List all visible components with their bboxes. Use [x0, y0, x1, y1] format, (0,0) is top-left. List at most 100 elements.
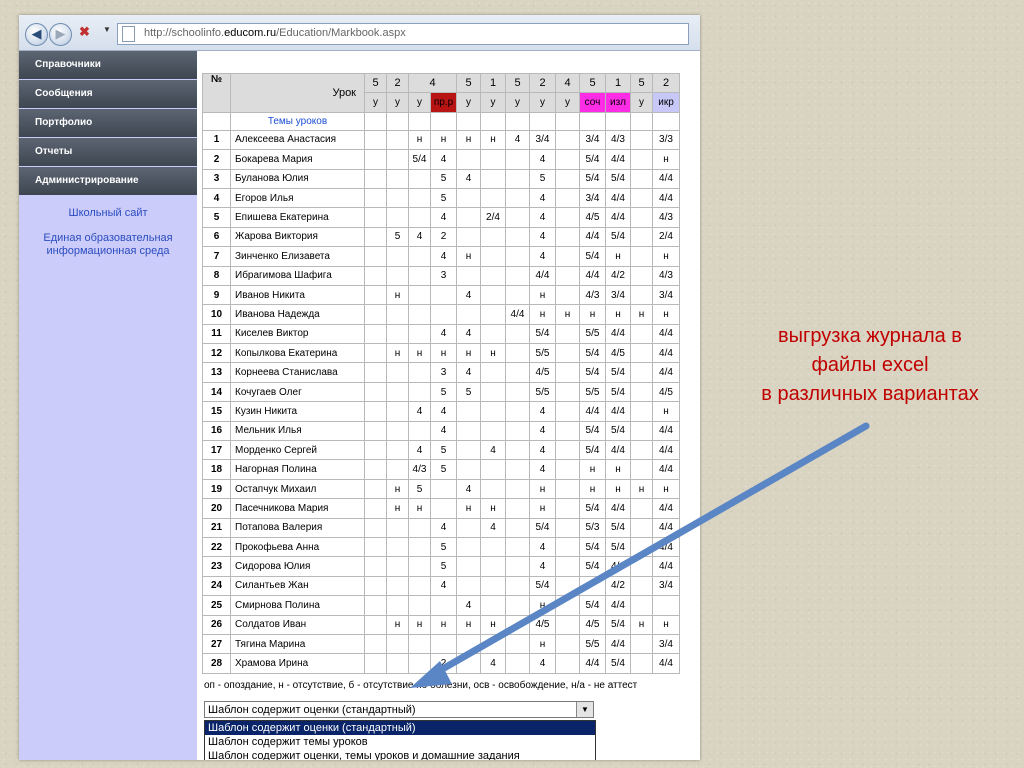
- grade-cell[interactable]: [505, 343, 530, 364]
- grade-cell[interactable]: [555, 614, 580, 635]
- grade-cell[interactable]: 3/4: [652, 633, 680, 655]
- template-option-1[interactable]: Шаблон содержит оценки (стандартный): [205, 721, 595, 735]
- grade-cell[interactable]: [408, 536, 431, 558]
- grade-cell[interactable]: 4/4: [605, 633, 631, 655]
- grade-cell[interactable]: [456, 149, 481, 170]
- grade-cell[interactable]: н: [579, 459, 606, 480]
- grade-cell[interactable]: 4: [505, 129, 530, 151]
- topic-cell[interactable]: [456, 111, 481, 131]
- grade-cell[interactable]: н: [579, 478, 606, 500]
- grade-cell[interactable]: 4/3: [408, 459, 431, 480]
- grade-cell[interactable]: [555, 362, 580, 383]
- grade-cell[interactable]: [505, 614, 530, 635]
- grade-cell[interactable]: 4/4: [652, 420, 680, 442]
- grade-cell[interactable]: 3: [430, 362, 457, 383]
- grade-cell[interactable]: 4/4: [579, 653, 606, 674]
- grade-cell[interactable]: [555, 420, 580, 442]
- grade-cell[interactable]: н: [456, 343, 481, 364]
- grade-cell[interactable]: [456, 304, 481, 325]
- grade-cell[interactable]: [505, 381, 530, 403]
- grade-cell[interactable]: [555, 556, 580, 577]
- lesson-type-cell[interactable]: у: [386, 92, 409, 113]
- grade-cell[interactable]: 5/4: [605, 362, 631, 383]
- grade-cell[interactable]: [480, 265, 506, 286]
- grade-cell[interactable]: [456, 517, 481, 538]
- grade-cell[interactable]: 4/4: [529, 265, 556, 286]
- grade-cell[interactable]: [480, 304, 506, 325]
- grade-cell[interactable]: 4/4: [652, 440, 680, 461]
- grade-cell[interactable]: 4/5: [605, 343, 631, 364]
- grade-cell[interactable]: [364, 323, 387, 345]
- grade-cell[interactable]: [630, 246, 653, 267]
- topic-cell[interactable]: [605, 111, 631, 131]
- grade-cell[interactable]: 4: [408, 401, 431, 422]
- grade-cell[interactable]: 4/4: [652, 323, 680, 345]
- grade-cell[interactable]: [364, 168, 387, 189]
- grade-cell[interactable]: [456, 575, 481, 597]
- grade-cell[interactable]: 4/3: [605, 129, 631, 151]
- grade-cell[interactable]: [364, 633, 387, 655]
- grade-cell[interactable]: 4/4: [605, 556, 631, 577]
- grade-cell[interactable]: 5: [430, 168, 457, 189]
- grade-cell[interactable]: 4/4: [605, 149, 631, 170]
- topic-cell[interactable]: [505, 111, 530, 131]
- grade-cell[interactable]: [505, 420, 530, 442]
- grade-cell[interactable]: 4: [456, 362, 481, 383]
- grade-cell[interactable]: [555, 149, 580, 170]
- grade-cell[interactable]: [555, 187, 580, 209]
- grade-cell[interactable]: [386, 381, 409, 403]
- grade-cell[interactable]: 4/2: [605, 575, 631, 597]
- grade-cell[interactable]: [408, 420, 431, 442]
- grade-cell[interactable]: [408, 265, 431, 286]
- grade-cell[interactable]: 4: [529, 440, 556, 461]
- grade-cell[interactable]: 4: [430, 149, 457, 170]
- grade-cell[interactable]: [364, 517, 387, 538]
- grade-cell[interactable]: н: [605, 459, 631, 480]
- grade-cell[interactable]: 4/4: [652, 459, 680, 480]
- grade-cell[interactable]: [630, 575, 653, 597]
- grade-cell[interactable]: 4/4: [605, 595, 631, 616]
- grade-cell[interactable]: [480, 478, 506, 500]
- grade-cell[interactable]: 4/3: [579, 284, 606, 306]
- grade-cell[interactable]: 3/3: [652, 129, 680, 151]
- grade-cell[interactable]: [579, 575, 606, 597]
- grade-cell[interactable]: [430, 284, 457, 306]
- grade-cell[interactable]: 4/4: [605, 440, 631, 461]
- grade-cell[interactable]: н: [480, 129, 506, 151]
- grade-cell[interactable]: 5: [456, 381, 481, 403]
- grade-cell[interactable]: 4/5: [652, 381, 680, 403]
- grade-cell[interactable]: 5/4: [579, 149, 606, 170]
- grade-cell[interactable]: [505, 284, 530, 306]
- grade-cell[interactable]: н: [456, 614, 481, 635]
- grade-cell[interactable]: [480, 536, 506, 558]
- grade-cell[interactable]: [364, 381, 387, 403]
- grade-cell[interactable]: [430, 595, 457, 616]
- grade-cell[interactable]: [386, 168, 409, 189]
- grade-cell[interactable]: 5/4: [605, 614, 631, 635]
- grade-cell[interactable]: [630, 265, 653, 286]
- grade-cell[interactable]: [630, 323, 653, 345]
- grade-cell[interactable]: 4: [430, 401, 457, 422]
- grade-cell[interactable]: 5: [529, 168, 556, 189]
- grade-cell[interactable]: [386, 536, 409, 558]
- grade-cell[interactable]: [505, 401, 530, 422]
- grade-cell[interactable]: 4/4: [605, 498, 631, 519]
- grade-cell[interactable]: 4/5: [579, 614, 606, 635]
- grade-cell[interactable]: [505, 440, 530, 461]
- grade-cell[interactable]: н: [630, 478, 653, 500]
- grade-cell[interactable]: 4/4: [652, 168, 680, 189]
- grade-cell[interactable]: [555, 633, 580, 655]
- grade-cell[interactable]: [505, 246, 530, 267]
- grade-cell[interactable]: [408, 517, 431, 538]
- grade-cell[interactable]: н: [605, 304, 631, 325]
- lesson-type-cell[interactable]: пр.р: [430, 92, 457, 113]
- topic-cell[interactable]: [408, 111, 431, 131]
- grade-cell[interactable]: 5/4: [579, 440, 606, 461]
- grade-cell[interactable]: 3/4: [579, 129, 606, 151]
- grade-cell[interactable]: [430, 633, 457, 655]
- grade-cell[interactable]: [555, 517, 580, 538]
- grade-cell[interactable]: [505, 517, 530, 538]
- grade-cell[interactable]: н: [456, 246, 481, 267]
- grade-cell[interactable]: [386, 362, 409, 383]
- lesson-type-cell[interactable]: у: [555, 92, 580, 113]
